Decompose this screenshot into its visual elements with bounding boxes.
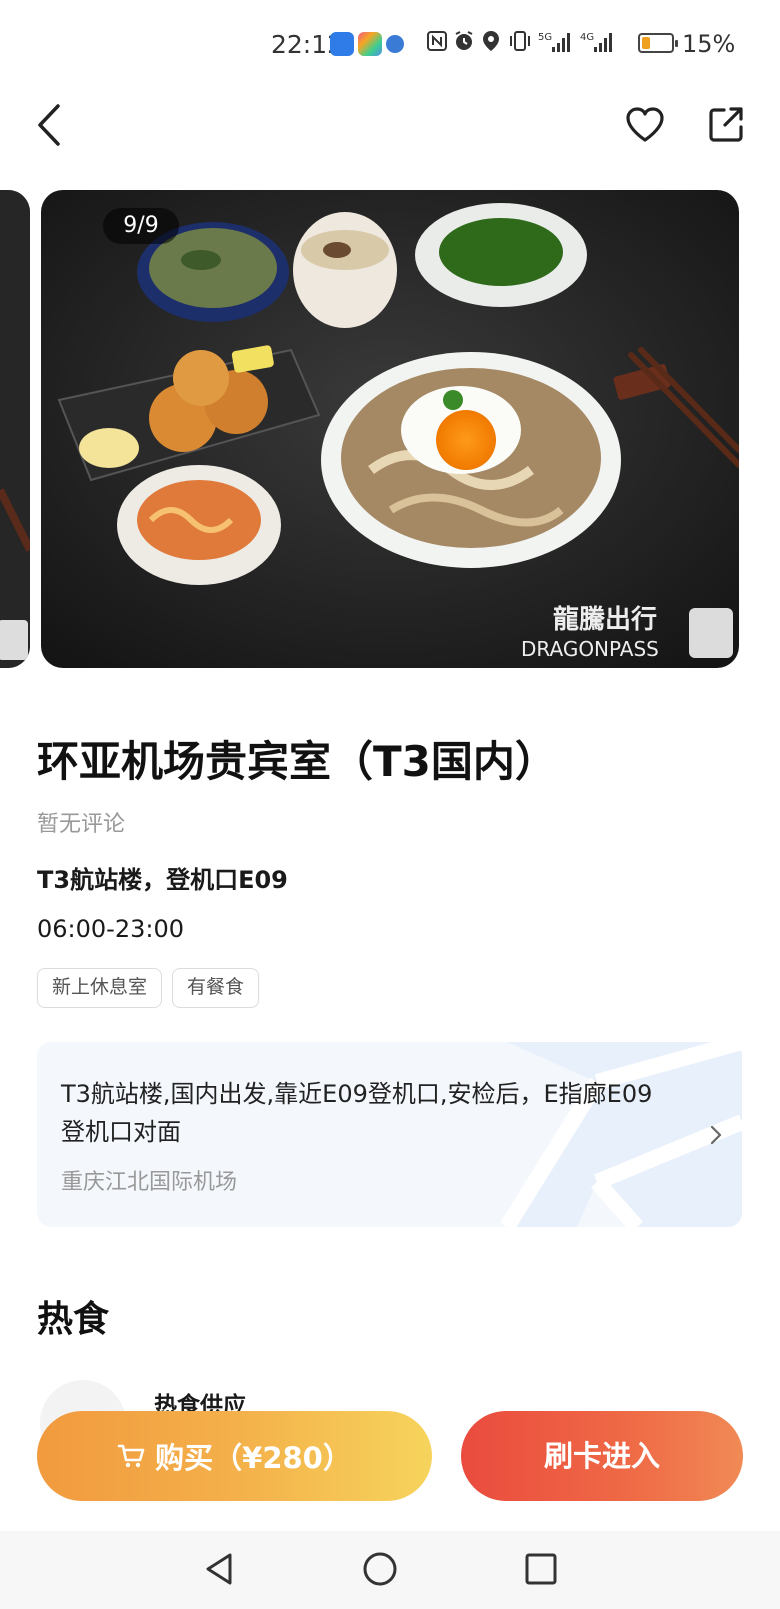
address-card[interactable]: T3航站楼,国内出发,靠近E09登机口,安检后，E指廊E09登机口对面 重庆江北… (37, 1042, 742, 1227)
signal-4g-label: 4G (580, 32, 594, 43)
status-bar: 22:12 5G 4G 15% (0, 0, 780, 90)
cart-icon (117, 1444, 145, 1468)
vibrate-icon (510, 31, 530, 51)
battery-percentage: 15% (682, 30, 736, 58)
photo-gallery[interactable]: 龍騰出行 DRAGONPASS 9/9 (0, 190, 780, 668)
reviews-text[interactable]: 暂无评论 (37, 806, 125, 838)
swipe-card-button[interactable]: 刷卡进入 (461, 1411, 743, 1501)
airport-name: 重庆江北国际机场 (61, 1170, 238, 1195)
location-icon (483, 31, 499, 51)
watermark-en: DRAGONPASS (521, 637, 659, 661)
alarm-icon (455, 31, 473, 50)
heart-icon[interactable] (624, 104, 666, 146)
signal-5g-icon: 5G (538, 32, 570, 52)
lounge-title: 环亚机场贵宾室（T3国内） (37, 737, 557, 786)
share-icon[interactable] (706, 104, 746, 144)
nfc-icon (427, 31, 447, 51)
app-notification-icon (386, 35, 404, 53)
battery-icon (638, 33, 678, 53)
photo-counter: 9/9 (103, 208, 179, 244)
nav-recent-square-icon[interactable] (524, 1552, 558, 1586)
app-notification-icon (330, 32, 354, 56)
system-nav-bar (0, 1531, 780, 1609)
buy-button[interactable]: 购买（¥280） (37, 1411, 432, 1501)
address-description: T3航站楼,国内出发,靠近E09登机口,安检后，E指廊E09登机口对面 (61, 1080, 653, 1146)
watermark-cn: 龍騰出行 (553, 604, 657, 635)
tag-new-lounge: 新上休息室 (37, 968, 163, 1008)
lounge-location: T3航站楼，登机口E09 (37, 866, 288, 894)
back-arrow-icon[interactable] (30, 100, 70, 150)
opening-hours: 06:00-23:00 (37, 915, 184, 943)
signal-5g-label: 5G (538, 32, 552, 43)
buy-button-label: 购买（¥280） (155, 1441, 352, 1475)
battery-fill (642, 37, 650, 49)
previous-photo[interactable] (0, 190, 30, 668)
watermark-logo-icon (689, 608, 733, 658)
tag-list: 新上休息室 有餐食 (37, 968, 260, 1008)
signal-4g-icon: 4G (580, 32, 612, 52)
app-notification-icon (358, 32, 382, 56)
section-title-hot-food: 热食 (37, 1299, 110, 1340)
chevron-right-icon (710, 1125, 722, 1145)
tag-has-food: 有餐食 (172, 968, 260, 1008)
nav-home-circle-icon[interactable] (362, 1551, 398, 1587)
food-photo[interactable]: 龍騰出行 DRAGONPASS 9/9 (41, 190, 739, 668)
nav-back-triangle-icon[interactable] (202, 1551, 236, 1587)
